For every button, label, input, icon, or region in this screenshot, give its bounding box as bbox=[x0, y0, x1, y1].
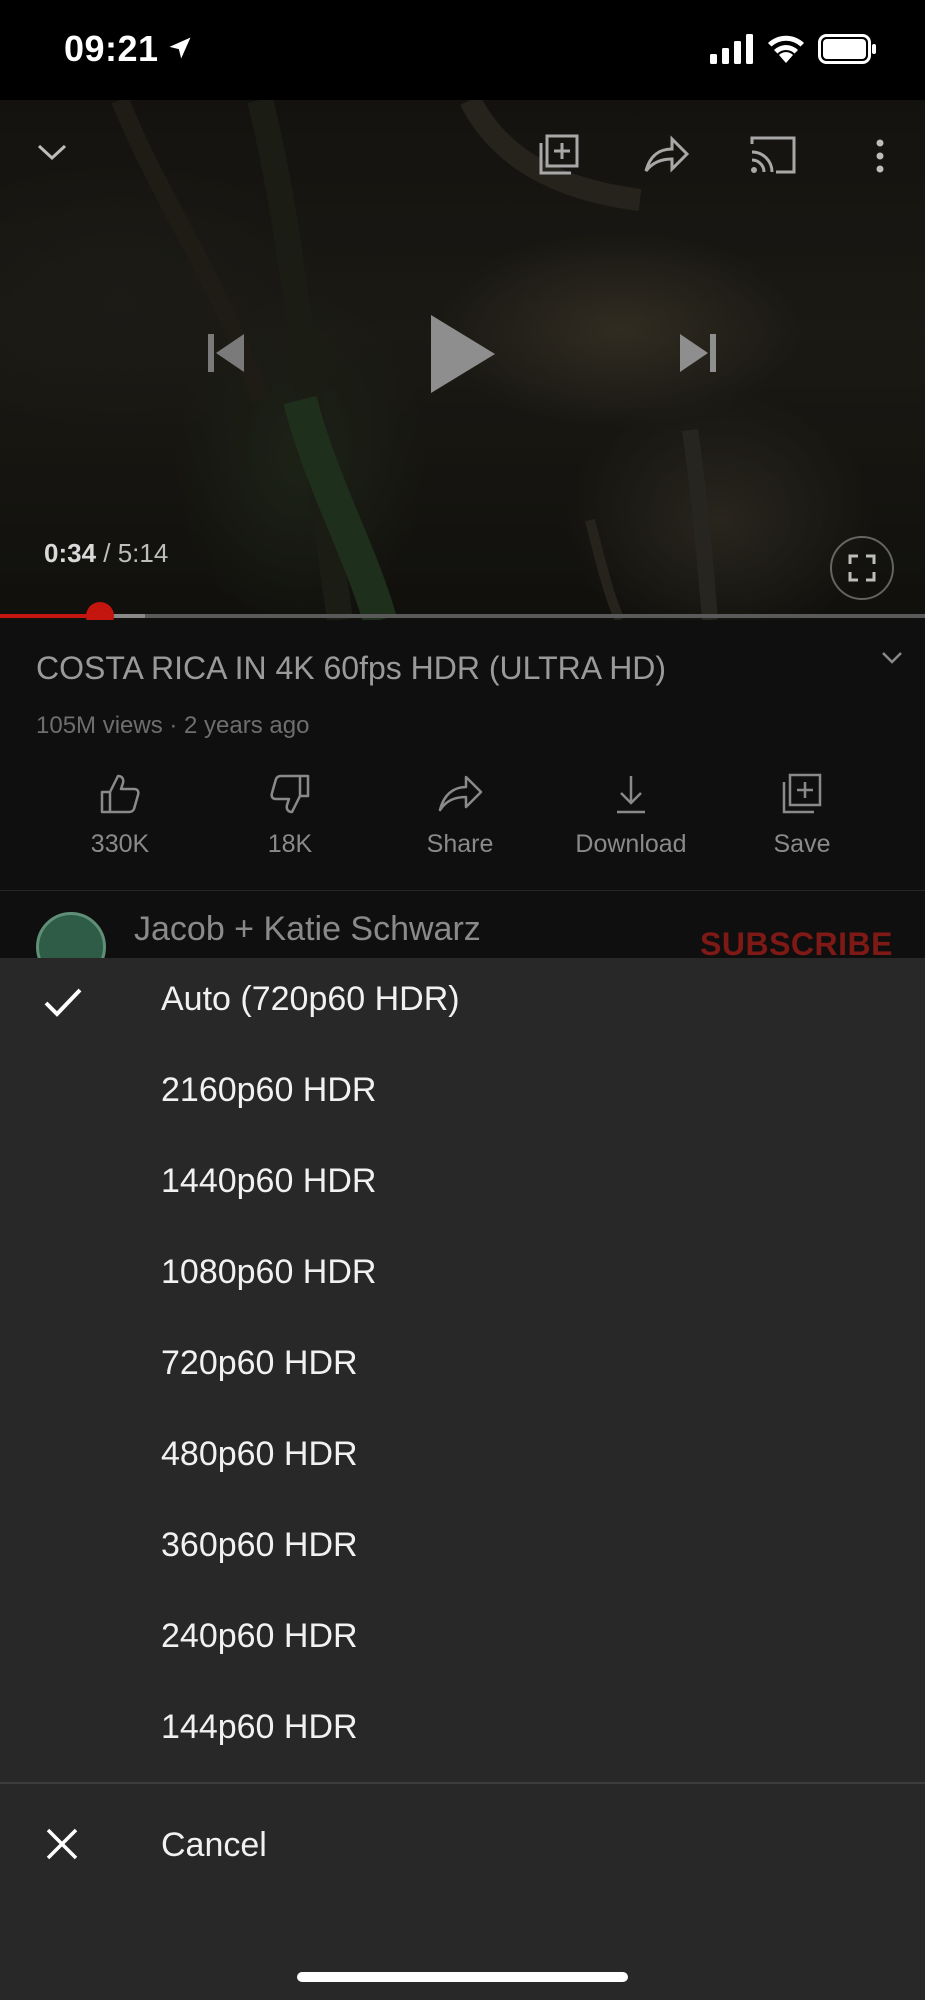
thumbs-down-icon bbox=[270, 774, 310, 814]
like-count: 330K bbox=[90, 830, 150, 858]
quality-option-label: 1440p60 HDR bbox=[161, 1162, 377, 1200]
quality-option-label: 720p60 HDR bbox=[161, 1344, 358, 1382]
wifi-icon bbox=[768, 35, 804, 63]
download-icon bbox=[617, 776, 645, 814]
dislike-button[interactable]: 18K bbox=[205, 760, 375, 880]
dislike-count: 18K bbox=[267, 830, 313, 858]
play-icon bbox=[431, 315, 495, 393]
divider bbox=[0, 890, 925, 891]
quality-option[interactable]: 1080p60 HDR bbox=[0, 1231, 925, 1322]
cast-button[interactable] bbox=[746, 132, 800, 178]
progress-played bbox=[0, 614, 100, 618]
current-time: 0:34 bbox=[44, 538, 97, 568]
minimize-button[interactable] bbox=[34, 134, 70, 170]
quality-option[interactable]: 1440p60 HDR bbox=[0, 1140, 925, 1231]
quality-option-label: 144p60 HDR bbox=[161, 1708, 358, 1746]
quality-option-label: 1080p60 HDR bbox=[161, 1253, 377, 1291]
quality-option-label: 480p60 HDR bbox=[161, 1435, 358, 1473]
battery-icon bbox=[818, 34, 876, 64]
quality-option[interactable]: 360p60 HDR bbox=[0, 1504, 925, 1595]
cancel-label: Cancel bbox=[161, 1826, 267, 1864]
cast-icon bbox=[750, 136, 796, 174]
share-icon bbox=[438, 775, 483, 812]
quality-option[interactable]: 2160p60 HDR bbox=[0, 1049, 925, 1140]
fullscreen-icon bbox=[848, 554, 876, 582]
like-button[interactable]: 330K bbox=[35, 760, 205, 880]
status-time: 09:21 bbox=[64, 28, 159, 69]
video-info: COSTA RICA IN 4K 60fps HDR (ULTRA HD) 10… bbox=[0, 620, 925, 982]
quality-option-label: 2160p60 HDR bbox=[161, 1071, 377, 1109]
more-options-button[interactable] bbox=[866, 134, 894, 178]
channel-name[interactable]: Jacob + Katie Schwarz bbox=[134, 910, 481, 949]
checkmark-icon bbox=[44, 988, 82, 1017]
video-title[interactable]: COSTA RICA IN 4K 60fps HDR (ULTRA HD) bbox=[36, 650, 666, 687]
previous-button[interactable] bbox=[198, 326, 252, 380]
quality-option[interactable]: Auto (720p60 HDR) bbox=[0, 958, 925, 1049]
quality-sheet: Auto (720p60 HDR) 2160p60 HDR 1440p60 HD… bbox=[0, 958, 925, 2000]
cancel-button[interactable]: Cancel bbox=[0, 1786, 925, 1906]
save-button[interactable]: Save bbox=[717, 760, 887, 880]
download-label: Download bbox=[575, 830, 687, 858]
quality-option[interactable]: 480p60 HDR bbox=[0, 1413, 925, 1504]
duration: 5:14 bbox=[117, 538, 169, 568]
chevron-down-icon bbox=[37, 144, 67, 161]
action-bar: 330K 18K Share Download Save bbox=[0, 760, 925, 880]
quality-option[interactable]: 144p60 HDR bbox=[0, 1686, 925, 1777]
skip-next-icon bbox=[680, 334, 716, 372]
share-action-button[interactable]: Share bbox=[375, 760, 545, 880]
time-separator: / bbox=[96, 538, 118, 568]
quality-option-label: Auto (720p60 HDR) bbox=[161, 980, 460, 1018]
quality-option[interactable]: 720p60 HDR bbox=[0, 1322, 925, 1413]
save-label: Save bbox=[773, 830, 831, 858]
share-button[interactable] bbox=[640, 132, 692, 178]
location-arrow-icon bbox=[169, 37, 191, 59]
play-button[interactable] bbox=[420, 308, 504, 400]
add-to-playlist-button[interactable] bbox=[534, 130, 584, 180]
channel-watermark bbox=[830, 536, 894, 600]
video-meta: 105M views · 2 years ago bbox=[36, 712, 310, 739]
status-bar: 09:21 bbox=[0, 0, 925, 100]
share-label: Share bbox=[426, 830, 494, 858]
next-button[interactable] bbox=[672, 326, 726, 380]
cellular-signal-icon bbox=[710, 34, 753, 64]
share-icon bbox=[644, 135, 690, 173]
home-indicator bbox=[297, 1972, 628, 1982]
time-readout: 0:34 / 5:14 bbox=[44, 538, 168, 569]
more-vert-icon bbox=[876, 139, 884, 173]
close-icon bbox=[46, 1828, 78, 1860]
quality-option-label: 360p60 HDR bbox=[161, 1526, 358, 1564]
save-to-playlist-icon bbox=[782, 773, 822, 814]
progress-bar[interactable] bbox=[0, 602, 925, 620]
thumbs-up-icon bbox=[100, 774, 140, 814]
download-button[interactable]: Download bbox=[546, 760, 716, 880]
add-to-playlist-icon bbox=[539, 134, 579, 175]
quality-option-label: 240p60 HDR bbox=[161, 1617, 358, 1655]
video-player[interactable]: 0:34 / 5:14 bbox=[0, 100, 925, 620]
sheet-divider bbox=[0, 1782, 925, 1784]
expand-description-icon[interactable] bbox=[880, 650, 904, 666]
quality-option[interactable]: 240p60 HDR bbox=[0, 1595, 925, 1686]
skip-previous-icon bbox=[208, 334, 244, 372]
